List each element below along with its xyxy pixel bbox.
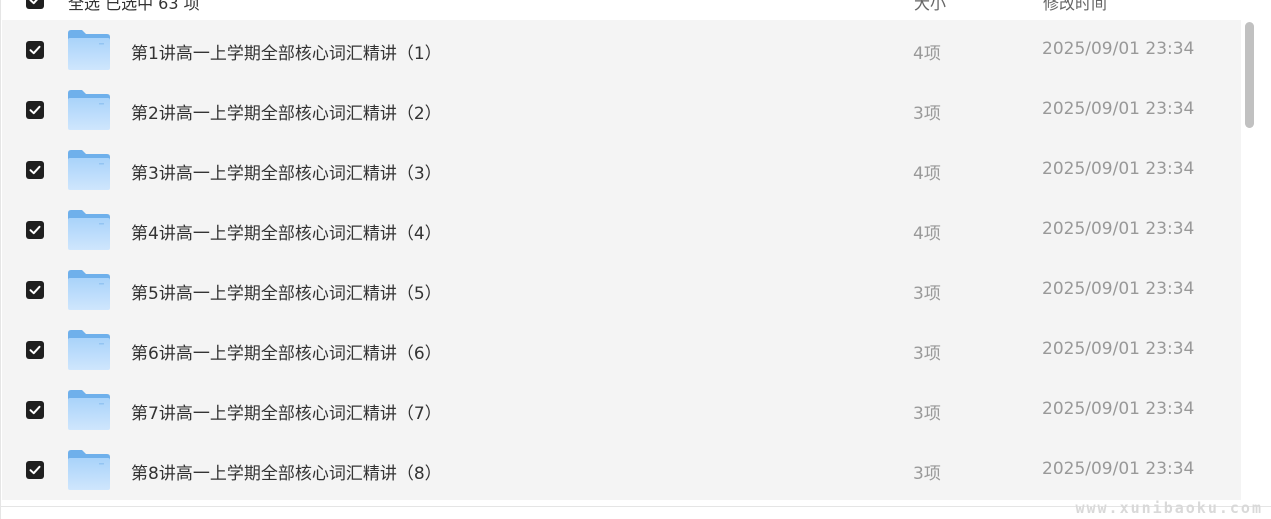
left-border (0, 0, 1, 519)
list-header: 全选 已选中 63 项 大小 修改时间 (2, 0, 1241, 20)
item-modified-time: 2025/09/01 23:34 (1042, 39, 1195, 59)
checkmark-icon (29, 285, 41, 295)
list-item[interactable]: 第4讲高一上学期全部核心词汇精讲（4） 4项 2025/09/01 23:34 (2, 200, 1241, 260)
item-modified-time: 2025/09/01 23:34 (1042, 399, 1195, 419)
select-all-checkbox[interactable] (26, 0, 44, 9)
folder-icon (68, 30, 110, 70)
checkmark-icon (29, 225, 41, 235)
list-item[interactable]: 第7讲高一上学期全部核心词汇精讲（7） 3项 2025/09/01 23:34 (2, 380, 1241, 440)
scrollbar-thumb[interactable] (1245, 22, 1254, 128)
item-name[interactable]: 第6讲高一上学期全部核心词汇精讲（6） (131, 339, 442, 364)
folder-icon (68, 390, 110, 430)
checkmark-icon (29, 0, 38, 5)
folder-icon (68, 210, 110, 250)
checkmark-icon (29, 105, 41, 115)
list-item[interactable]: 第5讲高一上学期全部核心词汇精讲（5） 3项 2025/09/01 23:34 (2, 260, 1241, 320)
checkmark-icon (29, 465, 41, 475)
item-name[interactable]: 第7讲高一上学期全部核心词汇精讲（7） (131, 399, 442, 424)
checkmark-icon (29, 165, 41, 175)
item-size: 3项 (913, 284, 941, 304)
checkmark-icon (29, 45, 41, 55)
list-item[interactable]: 第2讲高一上学期全部核心词汇精讲（2） 3项 2025/09/01 23:34 (2, 80, 1241, 140)
list-item[interactable]: 第3讲高一上学期全部核心词汇精讲（3） 4项 2025/09/01 23:34 (2, 140, 1241, 200)
row-checkbox[interactable] (26, 161, 44, 179)
watermark: www.xunibaoku.com (1075, 499, 1263, 517)
row-checkbox[interactable] (26, 221, 44, 239)
row-checkbox[interactable] (26, 401, 44, 419)
item-size: 4项 (913, 224, 941, 244)
item-size: 4项 (913, 44, 941, 64)
item-size: 3项 (913, 464, 941, 484)
item-name[interactable]: 第5讲高一上学期全部核心词汇精讲（5） (131, 279, 442, 304)
row-checkbox[interactable] (26, 281, 44, 299)
item-modified-time: 2025/09/01 23:34 (1042, 459, 1195, 479)
row-checkbox[interactable] (26, 41, 44, 59)
item-size: 3项 (913, 104, 941, 124)
list-item[interactable]: 第1讲高一上学期全部核心词汇精讲（1） 4项 2025/09/01 23:34 (2, 20, 1241, 80)
row-checkbox[interactable] (26, 101, 44, 119)
item-size: 3项 (913, 404, 941, 424)
item-name[interactable]: 第1讲高一上学期全部核心词汇精讲（1） (131, 39, 442, 64)
selection-summary: 全选 已选中 63 项 (68, 0, 200, 13)
checkmark-icon (29, 345, 41, 355)
folder-icon (68, 450, 110, 490)
item-modified-time: 2025/09/01 23:34 (1042, 339, 1195, 359)
item-size: 4项 (913, 164, 941, 184)
checkmark-icon (29, 405, 41, 415)
row-checkbox[interactable] (26, 341, 44, 359)
file-list: 全选 已选中 63 项 大小 修改时间 第1讲高一上学期全部核心词汇精讲（1） … (2, 0, 1241, 506)
item-modified-time: 2025/09/01 23:34 (1042, 99, 1195, 119)
item-modified-time: 2025/09/01 23:34 (1042, 219, 1195, 239)
folder-icon (68, 330, 110, 370)
folder-icon (68, 270, 110, 310)
list-item[interactable]: 第6讲高一上学期全部核心词汇精讲（6） 3项 2025/09/01 23:34 (2, 320, 1241, 380)
column-header-time[interactable]: 修改时间 (1043, 0, 1107, 14)
list-item[interactable]: 第8讲高一上学期全部核心词汇精讲（8） 3项 2025/09/01 23:34 (2, 440, 1241, 500)
column-header-size[interactable]: 大小 (914, 0, 946, 14)
item-size: 3项 (913, 344, 941, 364)
item-modified-time: 2025/09/01 23:34 (1042, 279, 1195, 299)
item-name[interactable]: 第3讲高一上学期全部核心词汇精讲（3） (131, 159, 442, 184)
list-rows: 第1讲高一上学期全部核心词汇精讲（1） 4项 2025/09/01 23:34 … (2, 20, 1241, 500)
row-checkbox[interactable] (26, 461, 44, 479)
folder-icon (68, 90, 110, 130)
item-name[interactable]: 第8讲高一上学期全部核心词汇精讲（8） (131, 459, 442, 484)
item-name[interactable]: 第4讲高一上学期全部核心词汇精讲（4） (131, 219, 442, 244)
item-modified-time: 2025/09/01 23:34 (1042, 159, 1195, 179)
folder-icon (68, 150, 110, 190)
item-name[interactable]: 第2讲高一上学期全部核心词汇精讲（2） (131, 99, 442, 124)
